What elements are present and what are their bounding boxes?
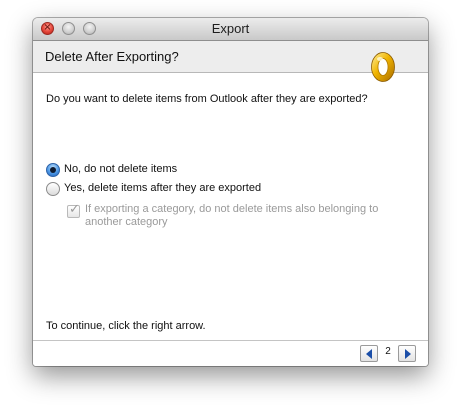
continue-instruction: To continue, click the right arrow. (46, 320, 206, 332)
step-title: Delete After Exporting? (45, 49, 179, 64)
radio-delete-after-export[interactable] (46, 182, 60, 196)
previous-page-button[interactable] (360, 345, 378, 362)
option-no-delete-label[interactable]: No, do not delete items (64, 163, 177, 175)
navigation-footer: 2 (33, 340, 428, 366)
page-number: 2 (385, 346, 391, 357)
step-header: Delete After Exporting? (33, 41, 428, 73)
outlook-logo-icon (371, 52, 395, 82)
export-window: × Export Delete After Exporting? Do you … (33, 18, 428, 366)
title-bar[interactable]: × Export (33, 18, 428, 41)
next-page-button[interactable] (398, 345, 416, 362)
category-checkbox: ✓ (67, 202, 80, 218)
radio-no-delete[interactable] (46, 163, 60, 177)
delete-question: Do you want to delete items from Outlook… (46, 93, 368, 105)
left-arrow-icon (366, 349, 372, 359)
checkmark-icon: ✓ (69, 202, 80, 217)
radio-selected-dot (50, 167, 56, 173)
category-checkbox-label: If exporting a category, do not delete i… (85, 203, 379, 228)
option-delete-label[interactable]: Yes, delete items after they are exporte… (64, 182, 261, 194)
right-arrow-icon (405, 349, 411, 359)
window-title: Export (211, 21, 250, 36)
